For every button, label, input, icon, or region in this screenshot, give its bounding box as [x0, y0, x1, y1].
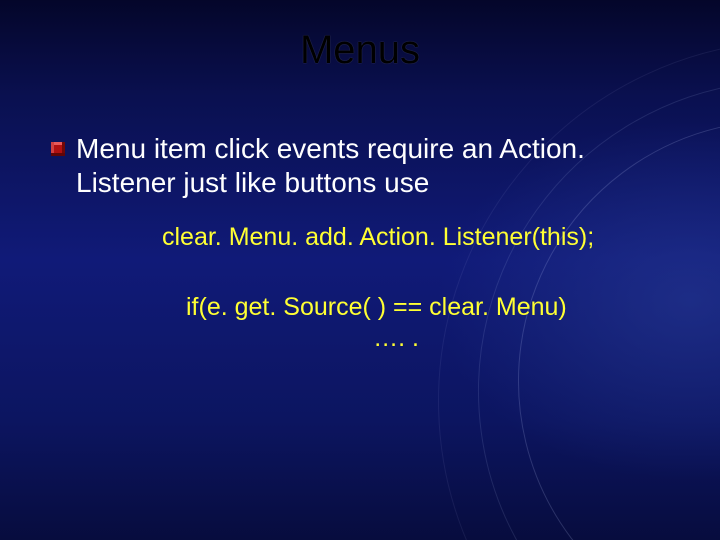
code-line-1: clear. Menu. add. Action. Listener(this)… [162, 222, 670, 253]
bullet-item: Menu item click events require an Action… [50, 132, 670, 200]
code-line-3: …. . [122, 323, 670, 354]
slide-title: Menus [0, 28, 720, 73]
code-line-2: if(e. get. Source( ) == clear. Menu) [162, 292, 670, 323]
code-block: clear. Menu. add. Action. Listener(this)… [50, 222, 670, 354]
bullet-icon [50, 141, 66, 162]
slide-body: Menu item click events require an Action… [50, 132, 670, 354]
code-gap [162, 254, 670, 292]
slide: Menus Menu item click events require an … [0, 0, 720, 540]
bullet-text: Menu item click events require an Action… [76, 132, 670, 200]
